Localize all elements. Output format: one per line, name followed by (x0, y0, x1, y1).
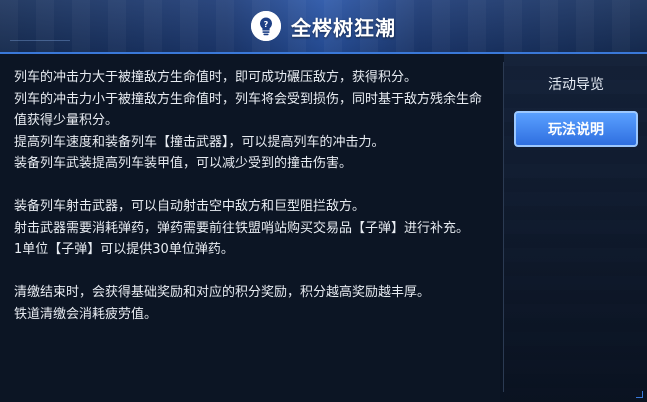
rules-panel: 列车的冲击力大于被撞敌方生命值时，即可成功碾压敌方，获得积分。 列车的冲击力小于… (0, 54, 500, 402)
rule-paragraph: 射击武器需要消耗弹药，弹药需要前往铁盟哨站购买交易品【子弹】进行补充。 (14, 220, 470, 236)
sidebar-item-label: 玩法说明 (548, 122, 604, 138)
rule-paragraph: 清缴结束时，会获得基础奖励和对应的积分奖励，积分越高奖励越丰厚。 (14, 285, 431, 300)
rule-paragraph: 1单位【子弹】可以提供30单位弹药。 (14, 242, 234, 257)
lightbulb-question-icon: ? (251, 11, 281, 41)
header-bar: ? 全梣树狂潮 (0, 0, 647, 54)
sidebar-item-label: 活动导览 (548, 77, 604, 93)
svg-text:?: ? (264, 20, 269, 29)
rule-paragraph: 提高列车速度和装备列车【撞击武器】，可以提高列车的冲击力。 (14, 134, 385, 150)
rule-paragraph: 列车的冲击力大于被撞敌方生命值时，即可成功碾压敌方，获得积分。 (14, 70, 418, 85)
rule-paragraph: 列车的冲击力小于被撞敌方生命值时，列车将会受到损伤，同时基于敌方残余生命值获得少… (14, 91, 483, 129)
sidebar-item-gameplay-rules[interactable]: 玩法说明 (514, 111, 638, 147)
rule-paragraph: 装备列车武装提高列车装甲值，可以减少受到的撞击伤害。 (14, 156, 353, 171)
corner-decoration (636, 391, 643, 398)
rule-paragraph: 铁道清缴会消耗疲劳值。 (14, 306, 158, 322)
activity-window: ? 全梣树狂潮 列车的冲击力大于被撞敌方生命值时，即可成功碾压敌方，获得积分。 … (0, 0, 647, 402)
sidebar-item-activity-guide[interactable]: 活动导览 (514, 66, 638, 102)
title-group: ? 全梣树狂潮 (0, 0, 647, 52)
rule-paragraph: 装备列车射击武器，可以自动射击空中敌方和巨型阻拦敌方。 (14, 199, 366, 214)
page-title: 全梣树狂潮 (291, 15, 396, 40)
rules-text: 列车的冲击力大于被撞敌方生命值时，即可成功碾压敌方，获得积分。 列车的冲击力小于… (14, 67, 492, 325)
sidebar: 活动导览 玩法说明 (504, 54, 647, 402)
